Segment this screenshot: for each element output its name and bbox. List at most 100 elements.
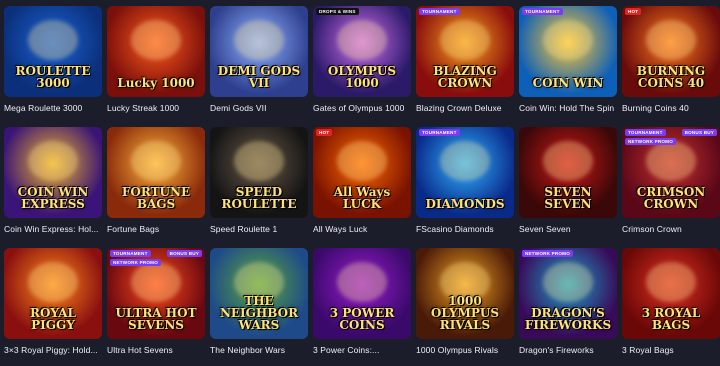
games-grid: ROULETTE 3000 Mega Roulette 3000 Lucky 100… [4,6,720,366]
game-name[interactable]: 3 Royal Bags [622,345,720,355]
game-thumbnail[interactable]: ROULETTE 3000 [4,6,102,97]
game-name[interactable]: All Ways Luck [313,224,411,234]
game-card[interactable]: All Ways LUCK HOT All Ways Luck [313,127,411,245]
game-name[interactable]: Demi Gods VII [210,103,308,113]
art-glow [131,262,181,302]
game-art-title: SEVEN SEVEN [544,185,592,211]
game-card[interactable]: COIN WIN EXPRESS Coin Win Express: Hol... [4,127,102,245]
game-thumbnail[interactable]: COIN WIN EXPRESS [4,127,102,218]
game-name[interactable]: Mega Roulette 3000 [4,103,102,113]
game-thumbnail[interactable]: CRIMSON CROWN TOURNAMENT BONUS BUY NETWORK … [622,127,720,218]
game-thumbnail[interactable]: All Ways LUCK HOT [313,127,411,218]
art-glow [543,141,593,181]
game-thumbnail[interactable]: OLYMPUS 1000 DROPS & WINS [313,6,411,97]
art-glow [28,141,78,181]
game-card[interactable]: Lucky 1000 Lucky Streak 1000 [107,6,205,124]
art-glow [543,20,593,60]
art-glow [28,20,78,60]
game-thumbnail[interactable]: BLAZING CROWN TOURNAMENT [416,6,514,97]
game-thumbnail[interactable]: 1000 OLYMPUS RIVALS [416,248,514,339]
art-glow [440,141,490,181]
game-name[interactable]: Coin Win Express: Hol... [4,224,102,234]
game-art-title: Lucky 1000 [117,76,195,90]
game-thumbnail[interactable]: SPEED ROULETTE [210,127,308,218]
game-name[interactable]: Burning Coins 40 [622,103,720,113]
art-glow [440,20,490,60]
game-art-title: COIN WIN EXPRESS [17,185,89,211]
game-card[interactable]: THE NEIGHBOR WARS The Neighbor Wars [210,248,308,366]
game-card[interactable]: DIAMONDS TOURNAMENT FScasino Diamonds [416,127,514,245]
game-thumbnail[interactable]: THE NEIGHBOR WARS [210,248,308,339]
art-glow [646,141,696,181]
game-thumbnail[interactable]: BURNING COINS 40 HOT [622,6,720,97]
game-name[interactable]: Blazing Crown Deluxe [416,103,514,113]
game-art-title: DIAMONDS [425,197,505,211]
game-card[interactable]: ROYAL PIGGY 3×3 Royal Piggy: Hold... [4,248,102,366]
game-card[interactable]: FORTUNE BAGS Fortune Bags [107,127,205,245]
game-thumbnail[interactable]: Lucky 1000 [107,6,205,97]
art-glow [646,20,696,60]
game-thumbnail[interactable]: DRAGON'S FIREWORKS NETWORK PROMO [519,248,617,339]
game-thumbnail[interactable]: FORTUNE BAGS [107,127,205,218]
game-card[interactable]: BLAZING CROWN TOURNAMENT Blazing Crown Del… [416,6,514,124]
game-art-title: SPEED ROULETTE [221,185,297,211]
game-card[interactable]: SEVEN SEVEN Seven Seven [519,127,617,245]
art-glow [543,262,593,302]
game-card[interactable]: DRAGON'S FIREWORKS NETWORK PROMO Dragon's … [519,248,617,366]
game-card[interactable]: 1000 OLYMPUS RIVALS 1000 Olympus Rivals [416,248,514,366]
art-glow [337,20,387,60]
game-card[interactable]: COIN WIN TOURNAMENT Coin Win: Hold The Spi… [519,6,617,124]
art-glow [337,141,387,181]
game-name[interactable]: Coin Win: Hold The Spin [519,103,617,113]
game-art-title: 3 ROYAL BAGS [641,306,701,332]
game-art-title: DEMI GODS VII [217,64,301,90]
game-card[interactable]: SPEED ROULETTE Speed Roulette 1 [210,127,308,245]
game-thumbnail[interactable]: DEMI GODS VII [210,6,308,97]
art-glow [234,141,284,181]
game-thumbnail[interactable]: ULTRA HOT SEVENS TOURNAMENT BONUS BUY NETWO… [107,248,205,339]
game-thumbnail[interactable]: ROYAL PIGGY [4,248,102,339]
game-thumbnail[interactable]: 3 POWER COINS [313,248,411,339]
game-card[interactable]: ROULETTE 3000 Mega Roulette 3000 [4,6,102,124]
game-name[interactable]: 3×3 Royal Piggy: Hold... [4,345,102,355]
game-art-title: FORTUNE BAGS [121,185,191,211]
game-thumbnail[interactable]: DIAMONDS TOURNAMENT [416,127,514,218]
game-name[interactable]: Lucky Streak 1000 [107,103,205,113]
game-name[interactable]: 1000 Olympus Rivals [416,345,514,355]
game-art-title: BLAZING CROWN [433,64,497,90]
game-name[interactable]: Crimson Crown [622,224,720,234]
game-card[interactable]: OLYMPUS 1000 DROPS & WINS Gates of Olympus… [313,6,411,124]
game-card[interactable]: 3 POWER COINS 3 Power Coins:... [313,248,411,366]
game-art-title: THE NEIGHBOR WARS [219,294,299,332]
art-glow [28,262,78,302]
game-name[interactable]: The Neighbor Wars [210,345,308,355]
game-card[interactable]: CRIMSON CROWN TOURNAMENT BONUS BUY NETWORK … [622,127,720,245]
game-art-title: DRAGON'S FIREWORKS [524,306,612,332]
game-art-title: ULTRA HOT SEVENS [115,306,197,332]
game-thumbnail[interactable]: COIN WIN TOURNAMENT [519,6,617,97]
game-art-title: BURNING COINS 40 [636,64,706,90]
game-card[interactable]: DEMI GODS VII Demi Gods VII [210,6,308,124]
game-name[interactable]: Speed Roulette 1 [210,224,308,234]
game-card[interactable]: ULTRA HOT SEVENS TOURNAMENT BONUS BUY NETWO… [107,248,205,366]
game-thumbnail[interactable]: SEVEN SEVEN [519,127,617,218]
game-card[interactable]: 3 ROYAL BAGS 3 Royal Bags [622,248,720,366]
art-glow [646,262,696,302]
game-name[interactable]: Dragon's Fireworks [519,345,617,355]
game-art-title: OLYMPUS 1000 [327,64,397,90]
game-name[interactable]: Ultra Hot Sevens [107,345,205,355]
art-glow [131,20,181,60]
game-thumbnail[interactable]: 3 ROYAL BAGS [622,248,720,339]
game-card[interactable]: BURNING COINS 40 HOT Burning Coins 40 [622,6,720,124]
game-name[interactable]: FScasino Diamonds [416,224,514,234]
game-name[interactable]: Seven Seven [519,224,617,234]
game-name[interactable]: 3 Power Coins:... [313,345,411,355]
art-glow [234,20,284,60]
game-name[interactable]: Fortune Bags [107,224,205,234]
art-glow [337,262,387,302]
game-art-title: ROYAL PIGGY [30,306,76,332]
game-art-title: 3 POWER COINS [329,306,395,332]
game-art-title: CRIMSON CROWN [636,185,706,211]
art-glow [131,141,181,181]
game-name[interactable]: Gates of Olympus 1000 [313,103,411,113]
